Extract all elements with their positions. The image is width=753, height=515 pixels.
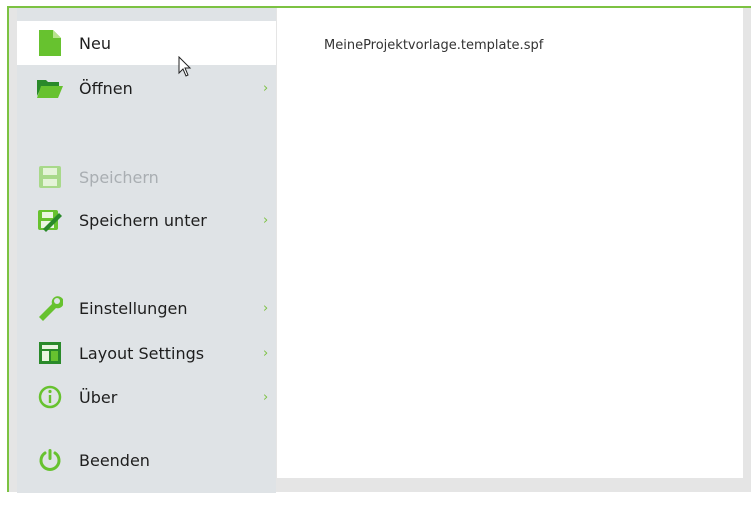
menu-item-label: Über: [79, 387, 118, 407]
layout-icon: [37, 340, 63, 366]
wrench-icon: [37, 295, 63, 321]
menu-item-label: Öffnen: [79, 78, 133, 98]
new-document-icon: [37, 30, 63, 56]
info-icon: [37, 384, 63, 410]
menu-item-label: Speichern: [79, 167, 159, 187]
file-name: MeineProjektvorlage.template.spf: [324, 38, 544, 53]
menu-item-save-as[interactable]: Speichern unter ›: [17, 198, 276, 242]
save-icon: [37, 164, 63, 190]
chevron-right-icon: ›: [263, 300, 269, 316]
menu-item-open[interactable]: Öffnen ›: [17, 66, 276, 110]
menu-item-label: Speichern unter: [79, 210, 207, 230]
menu-item-about[interactable]: Über ›: [17, 375, 276, 419]
menu-item-layout-settings[interactable]: Layout Settings ›: [17, 331, 276, 375]
open-folder-icon: [37, 75, 63, 101]
menu-item-exit[interactable]: Beenden: [17, 438, 276, 482]
menu-item-settings[interactable]: Einstellungen ›: [17, 286, 276, 330]
power-icon: [37, 447, 63, 473]
menu-item-save[interactable]: Speichern: [17, 155, 276, 199]
chevron-right-icon: ›: [263, 389, 269, 405]
chevron-right-icon: ›: [263, 212, 269, 228]
menu-item-label: Layout Settings: [79, 343, 205, 363]
chevron-right-icon: ›: [263, 80, 269, 96]
menu-item-label: Einstellungen: [79, 298, 188, 318]
menu-item-new[interactable]: Neu: [17, 21, 276, 65]
menu-item-label: Beenden: [79, 450, 150, 470]
chevron-right-icon: ›: [263, 345, 269, 361]
mouse-cursor-icon: [178, 55, 192, 82]
menu-item-label: Neu: [79, 33, 111, 53]
save-as-icon: [37, 207, 63, 233]
content-pane: [277, 8, 743, 478]
